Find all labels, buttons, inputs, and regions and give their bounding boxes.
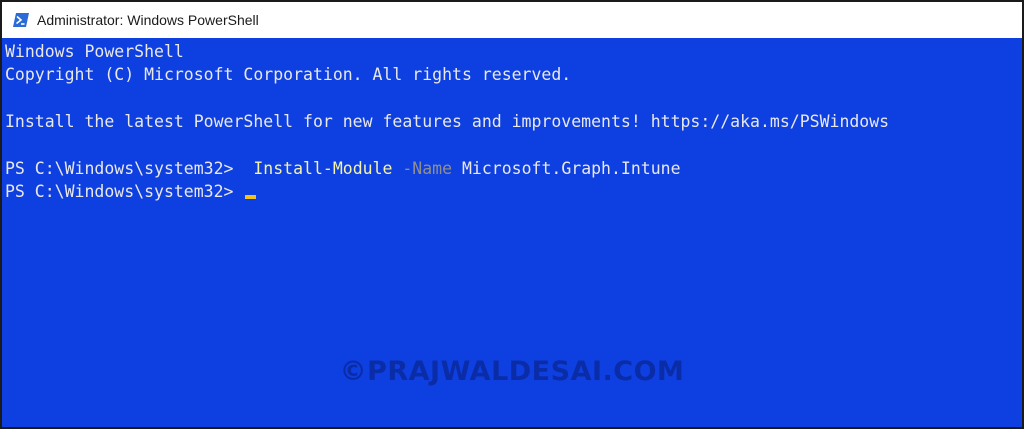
title-bar[interactable]: Administrator: Windows PowerShell xyxy=(2,2,1022,38)
powershell-window: Administrator: Windows PowerShell Window… xyxy=(0,0,1024,429)
powershell-icon xyxy=(12,12,30,28)
active-prompt-line[interactable]: PS C:\Windows\system32> xyxy=(5,180,257,203)
command-line: PS C:\Windows\system32> Install-Module -… xyxy=(5,157,681,180)
prompt: PS C:\Windows\system32> xyxy=(5,159,254,178)
console-area[interactable]: Windows PowerShell Copyright (C) Microso… xyxy=(2,38,1022,427)
banner-line-2: Copyright (C) Microsoft Corporation. All… xyxy=(5,65,572,84)
text-cursor xyxy=(245,195,257,199)
banner-line-1: Windows PowerShell xyxy=(5,42,184,61)
command-parameter: -Name xyxy=(402,159,453,178)
install-notice-line: Install the latest PowerShell for new fe… xyxy=(5,112,890,131)
prompt: PS C:\Windows\system32> xyxy=(5,182,244,201)
window-title: Administrator: Windows PowerShell xyxy=(37,12,259,28)
command-name: Install-Module xyxy=(253,159,393,178)
watermark-text: ©PRAJWALDESAI.COM xyxy=(339,356,685,387)
command-argument: Microsoft.Graph.Intune xyxy=(461,159,681,178)
